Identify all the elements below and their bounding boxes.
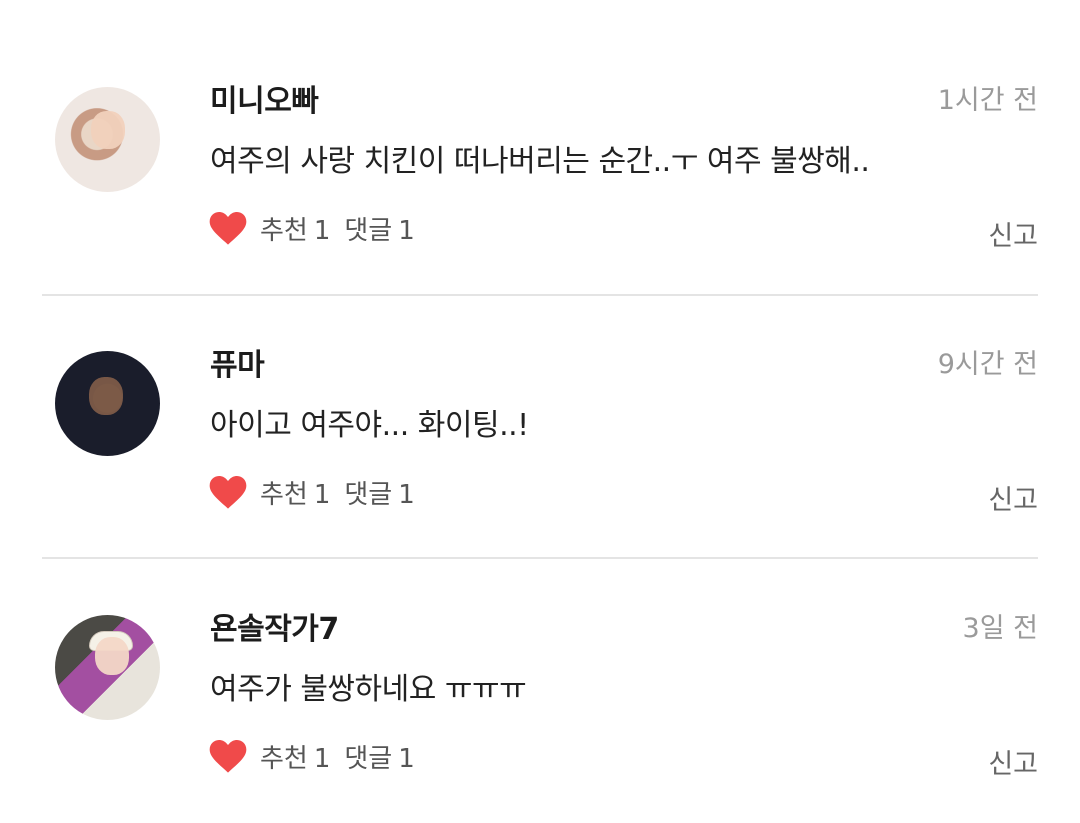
reply-label: 댓글 (344, 215, 393, 246)
recommend-metric[interactable]: 추천 1 (260, 474, 330, 511)
recommend-label: 추천 (260, 215, 308, 246)
comment-timestamp: 1시간 전 (937, 85, 1038, 116)
comment-text: 여주의 사랑 치킨이 떠나버리는 순간..ㅜ 여주 불쌍해.. (210, 144, 870, 179)
avatar-face (95, 637, 129, 675)
comment-username[interactable]: 욘솔작가7 (210, 604, 339, 648)
comment-actions: 추천 1 댓글 1 (208, 736, 429, 776)
reply-metric[interactable]: 댓글 1 (344, 210, 414, 247)
comment-username[interactable]: 퓨마 (210, 340, 265, 384)
recommend-metric[interactable]: 추천 1 (260, 738, 330, 775)
reply-count: 1 (398, 215, 415, 246)
avatar[interactable] (55, 87, 160, 192)
comment-actions: 추천 1 댓글 1 (208, 208, 429, 248)
comment-actions: 추천 1 댓글 1 (208, 472, 429, 512)
reply-metric[interactable]: 댓글 1 (344, 738, 414, 775)
reply-label: 댓글 (344, 743, 393, 774)
reply-label: 댓글 (344, 479, 393, 510)
report-button[interactable]: 신고 (988, 214, 1038, 253)
avatar-face (89, 377, 123, 415)
divider (42, 557, 1038, 559)
report-button[interactable]: 신고 (988, 478, 1038, 517)
heart-icon[interactable] (208, 473, 248, 511)
heart-icon[interactable] (208, 737, 248, 775)
heart-icon[interactable] (208, 209, 248, 247)
recommend-count: 1 (313, 743, 331, 774)
recommend-label: 추천 (260, 479, 308, 510)
report-button[interactable]: 신고 (988, 742, 1038, 781)
avatar[interactable] (55, 615, 160, 720)
comment-item: 미니오빠 1시간 전 여주의 사랑 치킨이 떠나버리는 순간..ㅜ 여주 불쌍해… (0, 32, 1080, 295)
reply-count: 1 (398, 479, 415, 510)
comment-item: 퓨마 9시간 전 아이고 여주야... 화이팅..! 추천 1 댓글 1 신고 (0, 296, 1080, 559)
recommend-count: 1 (313, 479, 331, 510)
avatar-face (91, 111, 125, 149)
comment-text: 여주가 불쌍하네요 ㅠㅠㅠ (210, 672, 527, 707)
comment-item: 욘솔작가7 3일 전 여주가 불쌍하네요 ㅠㅠㅠ 추천 1 댓글 1 신고 (0, 560, 1080, 823)
reply-count: 1 (398, 743, 415, 774)
comment-username[interactable]: 미니오빠 (210, 76, 319, 120)
comment-timestamp: 3일 전 (962, 613, 1038, 644)
comment-text: 아이고 여주야... 화이팅..! (210, 408, 529, 443)
comment-list: 미니오빠 1시간 전 여주의 사랑 치킨이 떠나버리는 순간..ㅜ 여주 불쌍해… (0, 0, 1080, 810)
comment-timestamp: 9시간 전 (937, 349, 1038, 380)
reply-metric[interactable]: 댓글 1 (344, 474, 414, 511)
recommend-count: 1 (313, 215, 331, 246)
recommend-metric[interactable]: 추천 1 (260, 210, 330, 247)
recommend-label: 추천 (260, 743, 308, 774)
avatar[interactable] (55, 351, 160, 456)
